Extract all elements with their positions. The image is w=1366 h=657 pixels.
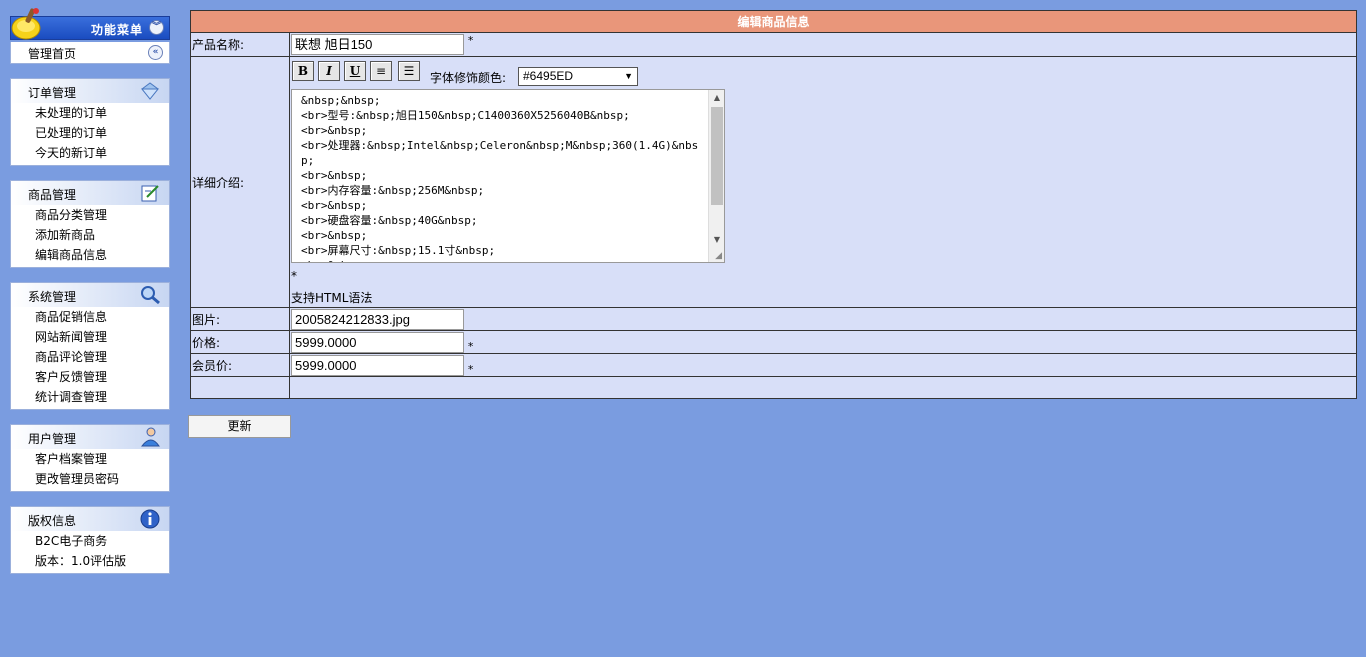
sidebar-item-news[interactable]: 网站新闻管理 [11,327,169,347]
sidebar-item-feedback[interactable]: 客户反馈管理 [11,367,169,387]
info-icon [140,509,160,529]
sidebar-item-edit-product[interactable]: 编辑商品信息 [11,245,169,265]
sidebar-item-promotions[interactable]: 商品促销信息 [11,307,169,327]
diamond-icon [140,82,160,100]
edit-product-form: 编辑商品信息 产品名称: 联想 旭日150 * 详细介绍: B I U ≡ ☰ … [190,10,1357,399]
dropdown-arrow-icon: ▼ [624,71,633,81]
required-star: * [467,339,474,353]
sidebar-item-home[interactable]: 管理首页 « [10,42,170,64]
sidebar-item-category[interactable]: 商品分类管理 [11,205,169,225]
font-color-value: #6495ED [523,69,574,83]
sidebar-item-pending-orders[interactable]: 未处理的订单 [11,103,169,123]
user-icon [140,427,160,447]
html-hint: 支持HTML语法 [291,291,373,305]
detail-textarea[interactable]: &nbsp;&nbsp; <br>型号:&nbsp;旭日150&nbsp;C14… [291,89,725,263]
font-color-select[interactable]: #6495ED ▼ [518,67,638,86]
scroll-down-icon[interactable]: ▼ [709,232,724,248]
logo-icon [11,8,41,40]
textarea-scrollbar[interactable]: ▲ ▼ [708,90,724,262]
group-users: 用户管理 客户档案管理 更改管理员密码 [10,424,170,492]
sidebar-item-today-orders[interactable]: 今天的新订单 [11,143,169,163]
group-title: 版权信息 [28,514,77,528]
group-head-copyright[interactable]: 版权信息 [11,507,169,531]
group-copyright: 版权信息 B2C电子商务 版本：1.0评估版 [10,506,170,574]
group-head-system[interactable]: 系统管理 [11,283,169,307]
product-name-input[interactable]: 联想 旭日150 [291,34,464,55]
sidebar-item-change-password[interactable]: 更改管理员密码 [11,469,169,489]
sidebar-item-add-product[interactable]: 添加新商品 [11,225,169,245]
required-star: * [291,269,297,283]
detail-label: 详细介绍: [190,56,290,308]
group-title: 用户管理 [28,432,77,446]
scroll-up-icon[interactable]: ▲ [709,90,724,106]
scroll-thumb[interactable] [711,107,723,205]
group-head-products[interactable]: 商品管理 [11,181,169,205]
sidebar-item-reviews[interactable]: 商品评论管理 [11,347,169,367]
list-button[interactable]: ☰ [398,61,420,81]
menu-title: 功能菜单 [90,23,143,37]
price-input[interactable]: 5999.0000 [291,331,464,353]
update-button[interactable]: 更新 [188,415,291,438]
empty-cell [190,376,290,399]
group-title: 系统管理 [28,290,77,304]
main-content: 编辑商品信息 产品名称: 联想 旭日150 * 详细介绍: B I U ≡ ☰ … [188,10,1357,438]
menu-header: 功能菜单 ︾ [10,6,170,42]
editor-toolbar: B I U ≡ ☰ 字体修饰颜色: #6495ED ▼ [291,59,1356,87]
resize-grip-icon[interactable]: ◢ [715,251,722,261]
group-head-users[interactable]: 用户管理 [11,425,169,449]
group-head-orders[interactable]: 订单管理 [11,79,169,103]
italic-button[interactable]: I [318,61,340,81]
bold-button[interactable]: B [292,61,314,81]
chevron-left-icon[interactable]: « [148,45,163,60]
sidebar-item-surveys[interactable]: 统计调查管理 [11,387,169,407]
form-title: 编辑商品信息 [190,10,1357,33]
detail-text: &nbsp;&nbsp; <br>型号:&nbsp;旭日150&nbsp;C14… [301,94,699,262]
sidebar-item-processed-orders[interactable]: 已处理的订单 [11,123,169,143]
home-label: 管理首页 [28,47,77,61]
required-star: * [467,34,474,47]
copyright-version: 版本：1.0评估版 [35,554,127,568]
image-label: 图片: [190,307,290,331]
font-color-label: 字体修饰颜色: [430,71,507,85]
group-system: 系统管理 商品促销信息 网站新闻管理 商品评论管理 客户反馈管理 统计调查管理 [10,282,170,410]
sidebar-item-customers[interactable]: 客户档案管理 [11,449,169,469]
required-star: * [467,362,474,376]
search-icon [141,286,160,305]
copyright-product: B2C电子商务 [35,534,108,548]
member-price-label: 会员价: [190,353,290,377]
edit-icon [141,185,159,202]
product-name-label: 产品名称: [190,32,290,57]
group-products: 商品管理 商品分类管理 添加新商品 编辑商品信息 [10,180,170,268]
group-title: 订单管理 [28,86,77,100]
collapse-all-icon[interactable]: ︾ [149,20,164,35]
price-label: 价格: [190,330,290,354]
group-orders: 订单管理 未处理的订单 已处理的订单 今天的新订单 [10,78,170,166]
sidebar: 功能菜单 ︾ 管理首页 « 订单管理 未处理的订单 已处理的订单 今天的新订单 [10,6,170,574]
underline-button[interactable]: U [344,61,366,81]
member-price-input[interactable]: 5999.0000 [291,354,464,376]
empty-cell [289,376,1357,399]
group-title: 商品管理 [28,188,77,202]
align-center-button[interactable]: ≡ [370,61,392,81]
image-input[interactable]: 2005824212833.jpg [291,308,464,330]
